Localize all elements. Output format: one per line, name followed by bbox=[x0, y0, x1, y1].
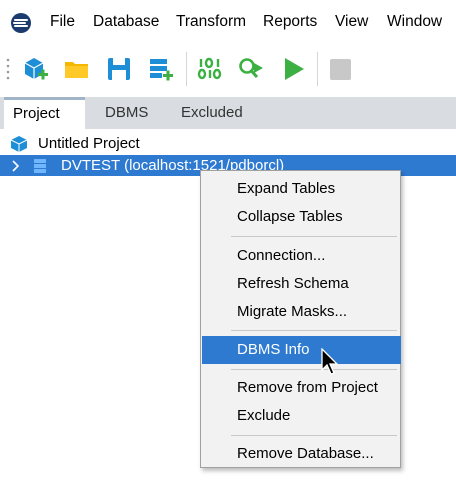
menu-separator bbox=[231, 369, 397, 370]
add-database-button[interactable] bbox=[144, 52, 178, 86]
binary-button[interactable] bbox=[193, 52, 227, 86]
toolbar bbox=[0, 44, 456, 96]
menu-item-label: Collapse Tables bbox=[237, 208, 343, 225]
menu-item-remove-from-project[interactable]: Remove from Project bbox=[202, 374, 401, 402]
menu-bar: File Database Transform Reports View Win… bbox=[0, 0, 456, 44]
project-name: Untitled Project bbox=[38, 135, 140, 152]
panel-tab-bar: Project DBMS Excluded bbox=[0, 97, 456, 129]
menu-item-exclude[interactable]: Exclude bbox=[202, 402, 401, 430]
menu-transform[interactable]: Transform bbox=[176, 13, 246, 31]
mouse-cursor-icon bbox=[321, 348, 339, 375]
database-icon bbox=[34, 159, 46, 173]
menu-reports[interactable]: Reports bbox=[263, 13, 317, 31]
tab-excluded[interactable]: Excluded bbox=[181, 97, 243, 129]
toolbar-separator bbox=[186, 52, 187, 86]
stop-icon bbox=[330, 59, 351, 80]
play-icon bbox=[285, 58, 304, 80]
menu-item-refresh-schema[interactable]: Refresh Schema bbox=[202, 270, 401, 298]
cube-plus-icon bbox=[24, 58, 48, 80]
menu-item-label: Remove Database... bbox=[237, 445, 374, 462]
menu-separator bbox=[231, 330, 397, 331]
menu-window[interactable]: Window bbox=[387, 13, 442, 31]
menu-item-collapse-tables[interactable]: Collapse Tables bbox=[202, 203, 401, 231]
menu-item-migrate-masks[interactable]: Migrate Masks... bbox=[202, 298, 401, 326]
menu-item-dbms-info[interactable]: DBMS Info bbox=[202, 336, 401, 364]
tab-project[interactable]: Project bbox=[4, 97, 85, 129]
menu-item-label: Migrate Masks... bbox=[237, 303, 348, 320]
chevron-right-icon[interactable] bbox=[11, 160, 21, 172]
magnifier-play-icon bbox=[239, 58, 263, 79]
cube-icon bbox=[10, 136, 28, 152]
menu-item-label: Refresh Schema bbox=[237, 275, 349, 292]
menu-item-label: DBMS Info bbox=[237, 341, 310, 358]
context-menu: Expand Tables Collapse Tables Connection… bbox=[200, 170, 401, 468]
run-button[interactable] bbox=[276, 52, 310, 86]
menu-file[interactable]: File bbox=[50, 13, 75, 31]
floppy-disk-icon bbox=[108, 58, 130, 80]
menu-item-label: Exclude bbox=[237, 407, 291, 424]
tree-item-project[interactable]: Untitled Project bbox=[0, 133, 456, 154]
stop-button[interactable] bbox=[323, 52, 357, 86]
toolbar-grip-icon[interactable] bbox=[6, 57, 10, 83]
app-logo-icon[interactable] bbox=[10, 12, 32, 34]
menu-item-remove-database[interactable]: Remove Database... bbox=[202, 440, 401, 468]
menu-item-connection[interactable]: Connection... bbox=[202, 242, 401, 270]
toolbar-separator bbox=[317, 52, 318, 86]
menu-item-label: Remove from Project bbox=[237, 379, 378, 396]
menu-item-label: Connection... bbox=[237, 247, 326, 264]
menu-item-label: Expand Tables bbox=[237, 180, 336, 197]
open-button[interactable] bbox=[60, 52, 94, 86]
database-plus-icon bbox=[150, 59, 173, 81]
search-run-button[interactable] bbox=[234, 52, 268, 86]
menu-view[interactable]: View bbox=[335, 13, 368, 31]
menu-database[interactable]: Database bbox=[93, 13, 159, 31]
menu-separator bbox=[231, 435, 397, 436]
binary-icon bbox=[197, 57, 222, 80]
menu-separator bbox=[231, 236, 397, 237]
save-button[interactable] bbox=[102, 52, 136, 86]
tab-dbms[interactable]: DBMS bbox=[105, 97, 148, 129]
menu-item-expand-tables[interactable]: Expand Tables bbox=[202, 175, 401, 203]
new-project-button[interactable] bbox=[18, 52, 52, 86]
folder-icon bbox=[65, 62, 88, 78]
